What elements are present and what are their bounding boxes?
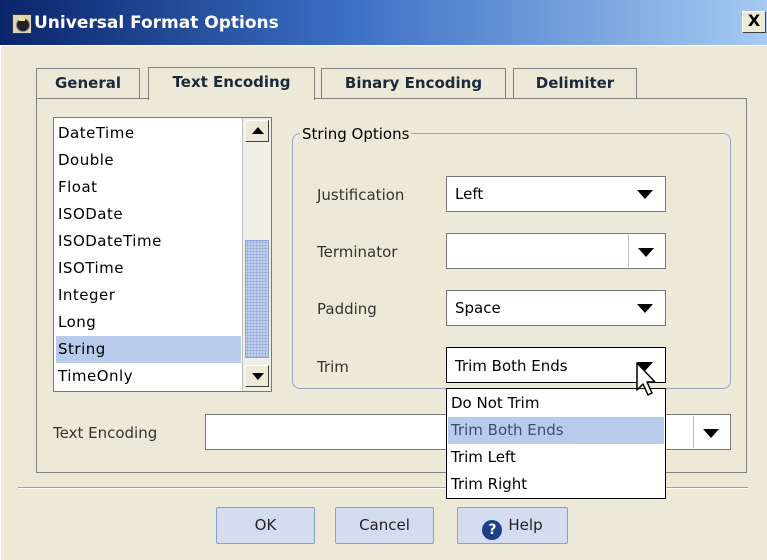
chevron-down-icon [638, 248, 654, 257]
mouse-pointer-icon [636, 362, 656, 396]
list-scrollbar[interactable] [242, 118, 271, 391]
list-item[interactable]: ISODateTime [56, 228, 241, 255]
trim-option-right[interactable]: Trim Right [448, 471, 664, 498]
help-button-label: Help [508, 516, 543, 534]
tab-text-encoding[interactable]: Text Encoding [148, 67, 315, 100]
padding-label: Padding [317, 300, 377, 318]
chevron-down-icon [703, 429, 719, 438]
arrow-down-icon [252, 373, 264, 380]
scroll-down-button[interactable] [245, 365, 269, 387]
trim-option-left[interactable]: Trim Left [448, 444, 664, 471]
justification-label: Justification [317, 186, 405, 204]
trim-option-both-ends[interactable]: Trim Both Ends [448, 417, 664, 444]
terminator-combo[interactable] [446, 233, 666, 269]
list-item[interactable]: Integer [56, 282, 241, 309]
tab-delimiter[interactable]: Delimiter [513, 68, 637, 98]
close-button[interactable]: X [742, 11, 766, 33]
cancel-button[interactable]: Cancel [335, 507, 434, 544]
text-encoding-dropdown-button[interactable] [693, 416, 729, 448]
chevron-down-icon [637, 304, 653, 313]
trim-option-do-not-trim[interactable]: Do Not Trim [448, 390, 664, 417]
scroll-thumb[interactable] [245, 240, 269, 358]
string-options-label: String Options [300, 125, 412, 143]
terminator-dropdown-button[interactable] [628, 235, 664, 267]
list-item[interactable]: Double [56, 147, 241, 174]
list-item[interactable]: Float [56, 174, 241, 201]
arrow-up-icon [252, 127, 264, 134]
trim-select[interactable]: Trim Both Ends [446, 347, 666, 383]
trim-label: Trim [317, 358, 349, 376]
app-icon [12, 14, 32, 34]
list-item[interactable]: Long [56, 309, 241, 336]
help-button[interactable]: ? Help [457, 507, 568, 544]
trim-value: Trim Both Ends [455, 357, 568, 375]
padding-select[interactable]: Space [446, 290, 666, 326]
ok-button[interactable]: OK [216, 507, 315, 544]
list-item[interactable]: TimeOnly [56, 363, 241, 390]
type-listbox[interactable]: DateTime Double Float ISODate ISODateTim… [53, 117, 272, 392]
help-icon: ? [482, 520, 503, 540]
list-item[interactable]: ISODate [56, 201, 241, 228]
list-item[interactable]: ISOTime [56, 255, 241, 282]
tab-general[interactable]: General [36, 68, 140, 98]
tab-binary-encoding[interactable]: Binary Encoding [321, 68, 506, 98]
list-item[interactable]: DateTime [56, 120, 241, 147]
justification-select[interactable]: Left [446, 176, 666, 212]
list-item-selected[interactable]: String [56, 336, 241, 363]
trim-dropdown-list[interactable]: Do Not Trim Trim Both Ends Trim Left Tri… [446, 388, 666, 499]
text-encoding-label: Text Encoding [53, 424, 158, 442]
terminator-label: Terminator [317, 243, 398, 261]
scroll-up-button[interactable] [245, 120, 269, 142]
padding-value: Space [455, 299, 501, 317]
justification-value: Left [455, 185, 484, 203]
window-title: Universal Format Options [34, 13, 279, 33]
chevron-down-icon [637, 190, 653, 199]
